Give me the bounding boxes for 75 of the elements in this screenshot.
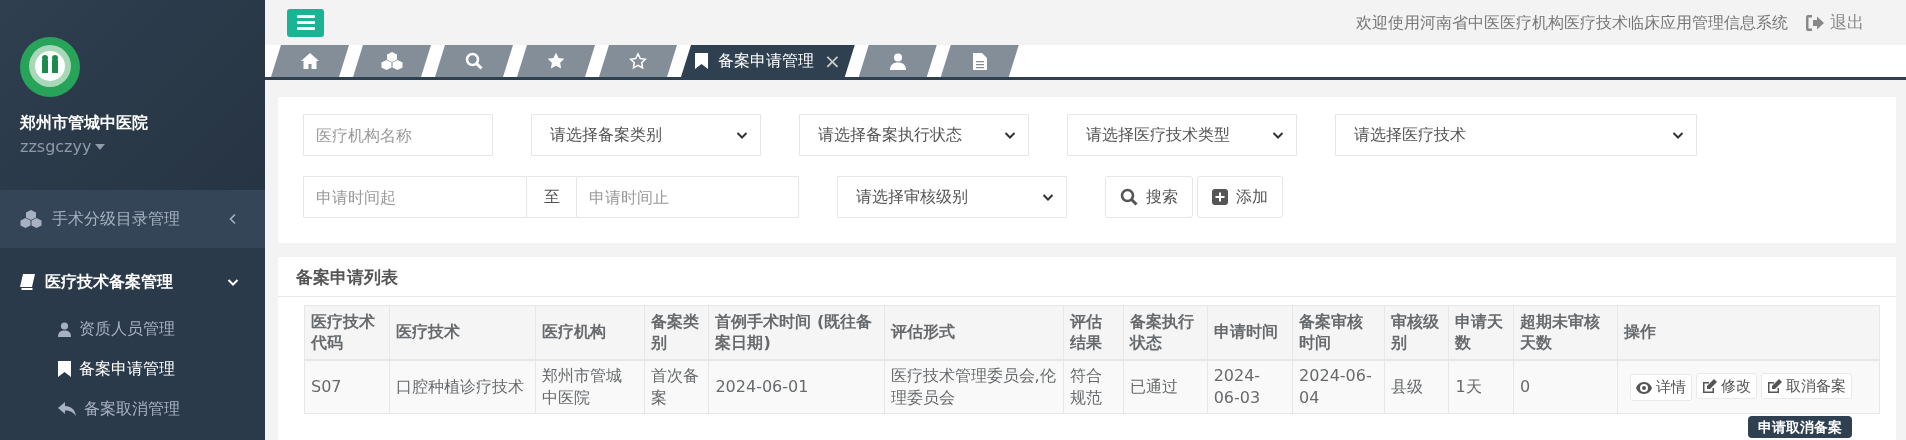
column-header: 评估结果 [1063,305,1124,360]
edit-icon [1702,378,1718,394]
table-cell: S07 [304,359,390,414]
eye-icon [1636,381,1653,394]
column-header: 首例手术时间 (既往备案日期) [708,305,884,360]
select-field[interactable]: 请选择医疗技术 [1335,114,1697,156]
column-header: 超期未审核天数 [1513,305,1618,360]
action-button[interactable]: 取消备案 [1761,372,1853,400]
table-cell: 首次备案 [644,359,709,414]
column-header: 操作 [1617,305,1880,360]
column-header: 审核级别 [1384,305,1449,360]
menu-button[interactable] [287,8,324,37]
column-header: 申请天数 [1448,305,1514,360]
submenu-item[interactable]: 备案取消管理 [0,389,265,429]
table-cell: 2024-06-01 [708,359,884,414]
table-cell: 2024-06-03 [1207,359,1293,414]
user-dropdown[interactable]: zzsgczyy [20,135,245,159]
menu-item[interactable]: 手术分级目录管理 [0,190,265,248]
select-field[interactable]: 请选择备案类别 [531,114,761,156]
action-button[interactable]: 修改 [1696,372,1758,400]
close-button[interactable]: × [824,46,841,76]
tooltip: 申请取消备案 [1748,416,1852,438]
bookmark-icon [695,53,708,69]
cubes-icon [20,210,42,228]
user-icon [58,321,71,337]
table-cell: 县级 [1384,359,1449,414]
add-button[interactable]: 添加 [1197,176,1283,218]
reply-icon [58,402,76,416]
column-header: 医疗技术代码 [304,305,390,360]
edit-icon [1767,378,1783,394]
logo [20,37,80,97]
home-icon [301,53,319,69]
welcome-text: 欢迎使用河南省中医医疗机构医疗技术临床应用管理信息系统 [1356,11,1788,34]
table-cell: 2024-06-04 [1292,359,1385,414]
document-icon [972,52,987,70]
table-cell: 郑州市管城中医院 [535,359,645,414]
table-cell: 0 [1513,359,1618,414]
select-field[interactable]: 请选择医疗技术类型 [1067,114,1297,156]
logout-icon [1806,14,1824,31]
add-icon [1212,189,1228,205]
select-field[interactable]: 请选择备案执行状态 [799,114,1029,156]
column-header: 备案类别 [644,305,709,360]
cubes-icon [381,52,403,70]
column-header: 医疗机构 [535,305,645,360]
table-cell: 1天 [1448,359,1514,414]
book-icon [20,273,35,290]
input-field[interactable]: 医疗机构名称 [303,114,493,156]
panel-title: 备案申请列表 [278,257,1896,297]
column-header: 备案执行状态 [1123,305,1208,360]
table-cell: 口腔种植诊疗技术 [389,359,536,414]
column-header: 备案审核时间 [1292,305,1385,360]
submenu-item[interactable]: 备案申请管理 [0,349,265,389]
search-icon [1120,188,1138,206]
input-field[interactable]: 申请时间止 [576,176,799,218]
submenu-item[interactable]: 资质人员管理 [0,309,265,349]
select-field[interactable]: 请选择审核级别 [837,176,1067,218]
bookmark-icon [58,361,71,377]
input-field[interactable]: 申请时间起 [303,176,527,218]
column-header: 评估形式 [884,305,1064,360]
search-icon [465,52,483,70]
menu-item[interactable]: 医疗技术备案管理 [0,254,265,309]
table-cell: 已通过 [1123,359,1208,414]
table-cell: 医疗技术管理委员会,伦理委员会 [884,359,1064,414]
column-header: 申请时间 [1207,305,1293,360]
action-button[interactable]: 详情 [1630,374,1693,401]
column-header: 医疗技术 [389,305,536,360]
menu-icon [296,15,315,30]
search-button[interactable]: 搜索 [1105,176,1193,218]
tab[interactable]: 备案申请管理 × [681,45,855,77]
org-name: 郑州市管城中医院 [20,112,149,134]
doctor-icon [889,52,906,70]
star-outline-icon [629,52,647,70]
caret-icon [95,144,106,150]
table-cell: 符合规范 [1063,359,1124,414]
star-icon [547,52,565,70]
